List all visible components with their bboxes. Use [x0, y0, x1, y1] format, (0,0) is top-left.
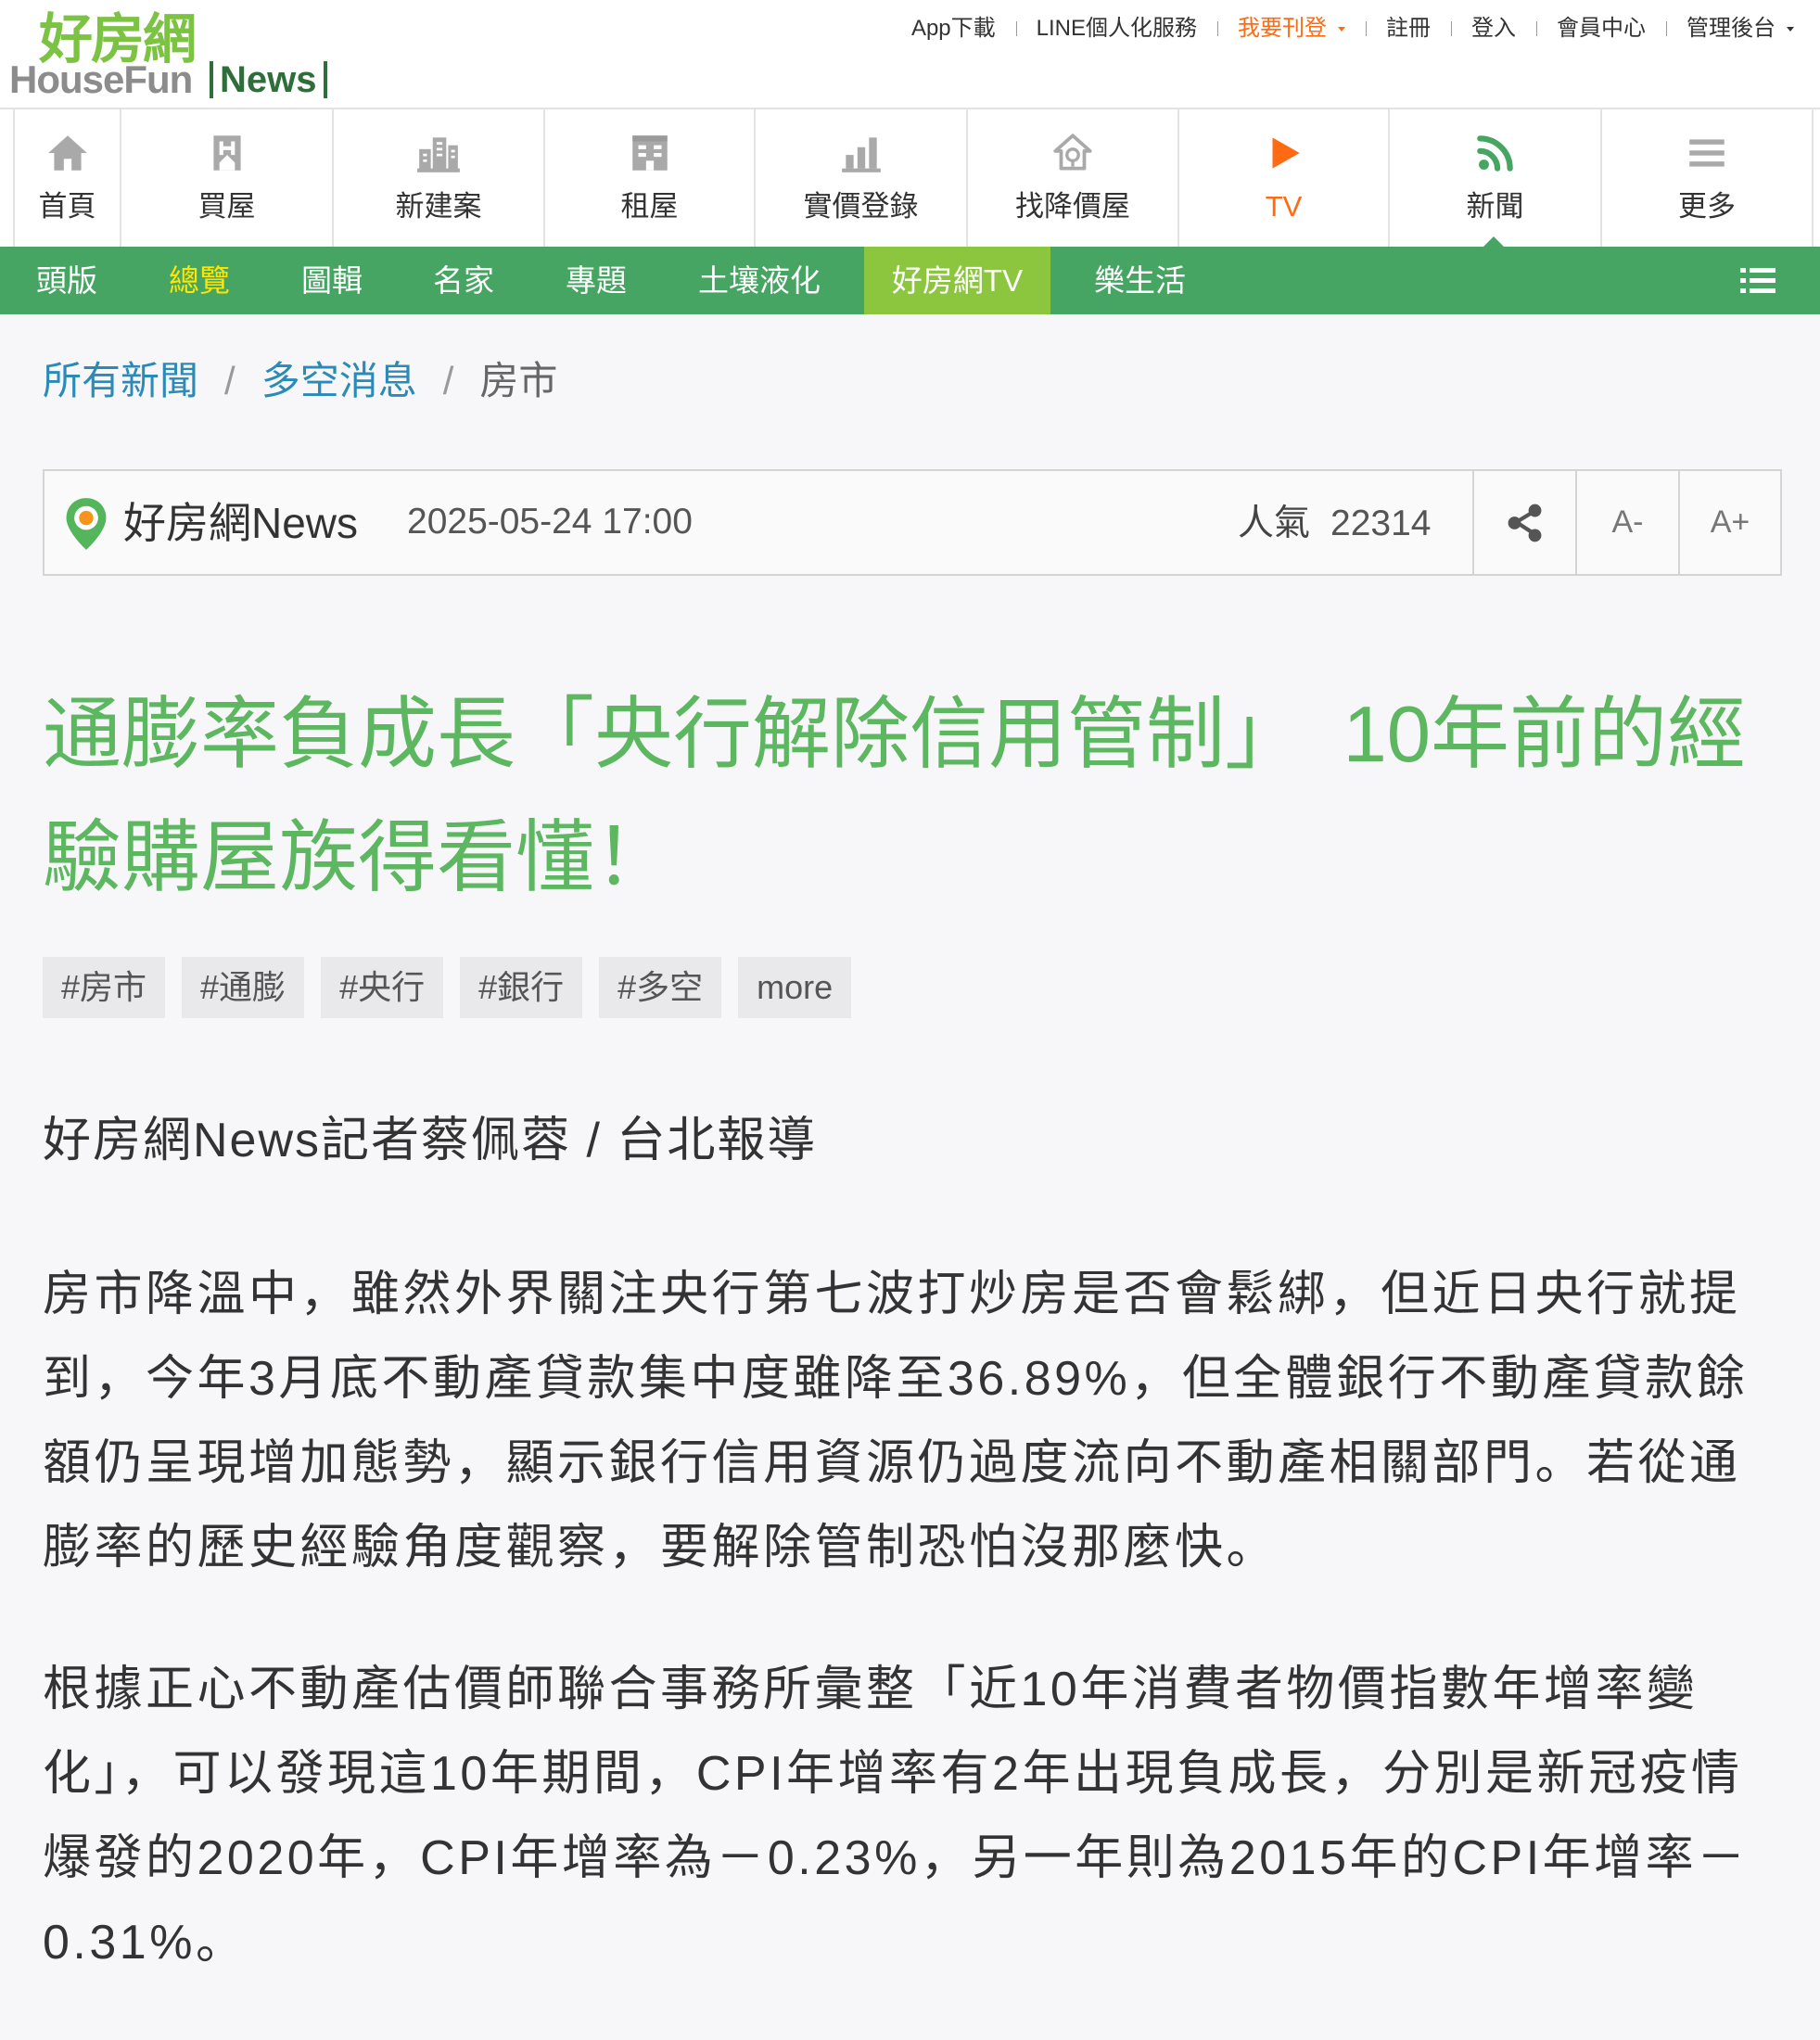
view-count: 人氣 22314: [1238, 502, 1431, 546]
login-link[interactable]: 登入: [1451, 13, 1536, 45]
breadcrumb-separator: /: [442, 359, 454, 402]
top-links: App下載 LINE個人化服務 我要刊登 註冊 登入 會員中心 管理後台: [891, 13, 1794, 45]
article-paragraph: 房市降溫中，雖然外界關注央行第七波打炒房是否會鬆綁，但近日央行就提到，今年3月底…: [43, 1268, 1749, 1575]
page: 好房網 HouseFun News App下載 LINE個人化服務 我要刊登 註…: [0, 0, 1820, 2040]
buy-house-icon: [212, 135, 241, 171]
price-drop-house-icon: [1053, 134, 1092, 171]
list-icon[interactable]: [1740, 266, 1775, 295]
share-icon: [1508, 504, 1541, 542]
nav-item-label: 新建案: [395, 190, 482, 223]
breadcrumb-current: 房市: [479, 359, 558, 402]
font-smaller-button[interactable]: A-: [1575, 471, 1678, 574]
article-paragraph: 根據正心不動產估價師聯合事務所彙整「近10年消費者物價指數年增率變化」，可以發現…: [43, 1663, 1749, 1970]
nav-item-new-projects[interactable]: 新建案: [332, 109, 543, 247]
view-count-label: 人氣: [1238, 504, 1311, 543]
nav-item-label: 首頁: [38, 190, 96, 223]
tab-housefun-tv[interactable]: 好房網TV: [864, 247, 1050, 314]
housefun-news-logo[interactable]: 好房網 HouseFun News: [7, 7, 369, 100]
news-sub-navigation: 頭版 總覽 圖輯 名家 專題 土壤液化 好房網TV 樂生活: [0, 247, 1820, 314]
app-download-link[interactable]: App下載: [891, 13, 1016, 45]
tab-overview[interactable]: 總覽: [169, 247, 230, 314]
nav-item-label: 實價登錄: [803, 190, 919, 223]
admin-backend-label: 管理後台: [1686, 16, 1775, 41]
nav-item-price-registry[interactable]: 實價登錄: [754, 109, 966, 247]
dropdown-arrow-icon: [1338, 26, 1345, 32]
play-icon: [1272, 137, 1300, 169]
tag-item[interactable]: #多空: [599, 957, 722, 1018]
nav-item-rent[interactable]: 租屋: [543, 109, 754, 247]
tag-list: #房市 #通膨 #央行 #銀行 #多空 more: [43, 957, 1775, 1018]
menu-icon: [1689, 139, 1725, 167]
tag-item[interactable]: #央行: [321, 957, 444, 1018]
breadcrumb-market-news[interactable]: 多空消息: [261, 355, 417, 407]
nav-item-price-drop[interactable]: 找降價屋: [966, 109, 1177, 247]
tab-soil-liquefaction[interactable]: 土壤液化: [698, 247, 821, 314]
logo-brand-text: HouseFun: [9, 57, 193, 101]
article: 通膨率負成長「央行解除信用管制」 10年前的經驗購屋族得看懂！ #房市 #通膨 …: [43, 673, 1775, 1985]
article-title: 通膨率負成長「央行解除信用管制」 10年前的經驗購屋族得看懂！: [43, 691, 1747, 902]
tab-columnists[interactable]: 名家: [433, 247, 494, 314]
active-nav-indicator: [1483, 236, 1504, 247]
admin-backend-link[interactable]: 管理後台: [1666, 13, 1794, 45]
tab-features[interactable]: 專題: [566, 247, 627, 314]
nav-item-news[interactable]: 新聞: [1388, 109, 1600, 247]
share-button[interactable]: [1472, 471, 1575, 574]
home-icon: [47, 135, 87, 171]
nav-item-home[interactable]: 首頁: [13, 109, 120, 247]
font-larger-button[interactable]: A+: [1678, 471, 1780, 574]
bar-chart-icon: [841, 137, 881, 172]
nav-item-label: 找降價屋: [1015, 190, 1130, 223]
breadcrumb-all-news[interactable]: 所有新聞: [43, 355, 198, 407]
tab-headlines[interactable]: 頭版: [36, 247, 97, 314]
main-navigation: 首頁 買屋 新建案 租屋 實價登錄 找降價屋 TV 新聞 更多: [0, 109, 1820, 247]
tag-item[interactable]: #房市: [43, 957, 166, 1018]
register-link[interactable]: 註冊: [1366, 13, 1451, 45]
article-byline: 好房網News記者蔡佩蓉 / 台北報導: [43, 1114, 818, 1167]
new-building-icon: [417, 137, 460, 172]
article-info-bar: 好房網News 2025-05-24 17:00 人氣 22314 A- A+: [43, 469, 1782, 576]
line-service-link[interactable]: LINE個人化服務: [1015, 13, 1217, 45]
dropdown-arrow-icon: [1787, 26, 1794, 32]
more-tags-button[interactable]: more: [738, 957, 852, 1018]
tag-item[interactable]: #銀行: [460, 957, 583, 1018]
tab-lifestyle[interactable]: 樂生活: [1094, 247, 1186, 314]
nav-item-label: 更多: [1678, 190, 1736, 223]
member-center-link[interactable]: 會員中心: [1536, 13, 1666, 45]
rent-building-icon: [631, 135, 668, 171]
source-name: 好房網News: [123, 499, 359, 547]
rss-icon: [1476, 135, 1513, 172]
nav-item-label: 買屋: [197, 190, 256, 223]
nav-item-label: TV: [1265, 190, 1303, 223]
location-pin-icon: [66, 498, 107, 550]
nav-item-label: 新聞: [1466, 190, 1524, 223]
tag-item[interactable]: #通膨: [182, 957, 305, 1018]
publish-datetime: 2025-05-24 17:00: [407, 502, 693, 542]
breadcrumb: 所有新聞 / 多空消息 / 房市: [43, 355, 557, 407]
nav-item-tv[interactable]: TV: [1177, 109, 1388, 247]
post-listing-label: 我要刊登: [1238, 16, 1327, 41]
view-count-value: 22314: [1330, 504, 1432, 543]
nav-item-more[interactable]: 更多: [1600, 109, 1814, 247]
nav-item-buy[interactable]: 買屋: [120, 109, 332, 247]
logo-section-text: News: [210, 61, 327, 98]
top-header: 好房網 HouseFun News App下載 LINE個人化服務 我要刊登 註…: [0, 0, 1820, 109]
tab-gallery[interactable]: 圖輯: [301, 247, 363, 314]
breadcrumb-separator: /: [224, 359, 235, 402]
post-listing-link[interactable]: 我要刊登: [1217, 13, 1366, 45]
nav-item-label: 租屋: [620, 190, 679, 223]
